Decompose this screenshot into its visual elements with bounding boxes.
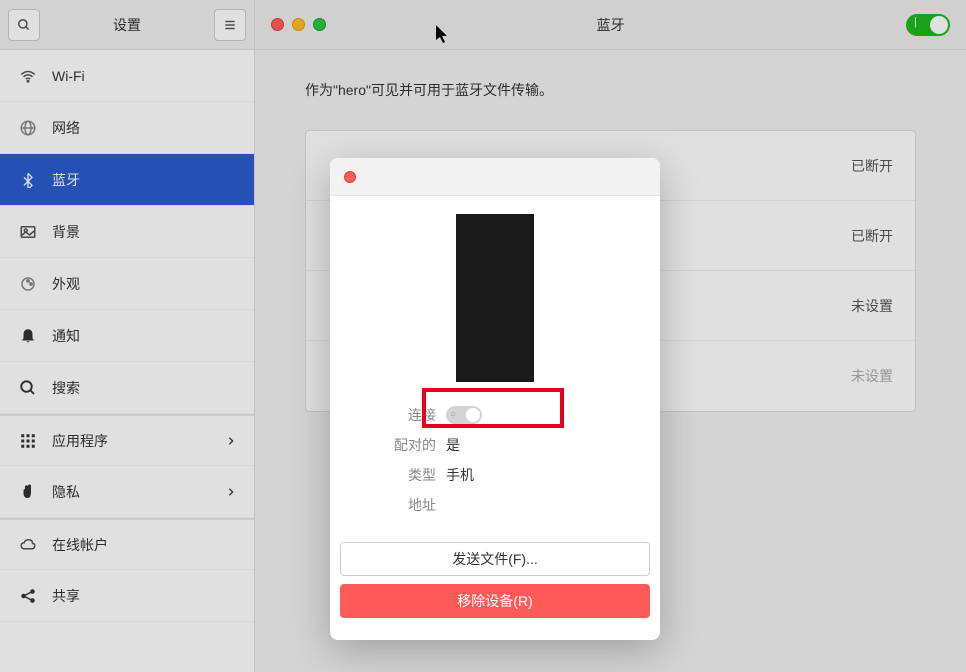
device-detail-dialog: 连接 配对的 是 类型 手机 地址 发送文件(F)... 移除设备(R) bbox=[330, 158, 660, 640]
detail-label: 地址 bbox=[380, 495, 436, 515]
detail-row-type: 类型 手机 bbox=[380, 460, 610, 490]
detail-row-connect: 连接 bbox=[380, 400, 610, 430]
device-thumbnail bbox=[456, 214, 534, 382]
remove-device-button[interactable]: 移除设备(R) bbox=[340, 584, 650, 618]
connect-toggle[interactable] bbox=[446, 406, 482, 424]
detail-value: 手机 bbox=[446, 465, 474, 485]
device-details: 连接 配对的 是 类型 手机 地址 bbox=[380, 400, 610, 520]
detail-label: 类型 bbox=[380, 465, 436, 485]
dialog-close-button[interactable] bbox=[344, 171, 356, 183]
dialog-header bbox=[330, 158, 660, 196]
detail-value: 是 bbox=[446, 435, 460, 455]
detail-row-address: 地址 bbox=[380, 490, 610, 520]
detail-label: 配对的 bbox=[380, 435, 436, 455]
detail-row-paired: 配对的 是 bbox=[380, 430, 610, 460]
dialog-actions: 发送文件(F)... 移除设备(R) bbox=[330, 536, 660, 640]
dialog-body: 连接 配对的 是 类型 手机 地址 bbox=[330, 196, 660, 536]
send-files-button[interactable]: 发送文件(F)... bbox=[340, 542, 650, 576]
detail-label: 连接 bbox=[380, 405, 436, 425]
